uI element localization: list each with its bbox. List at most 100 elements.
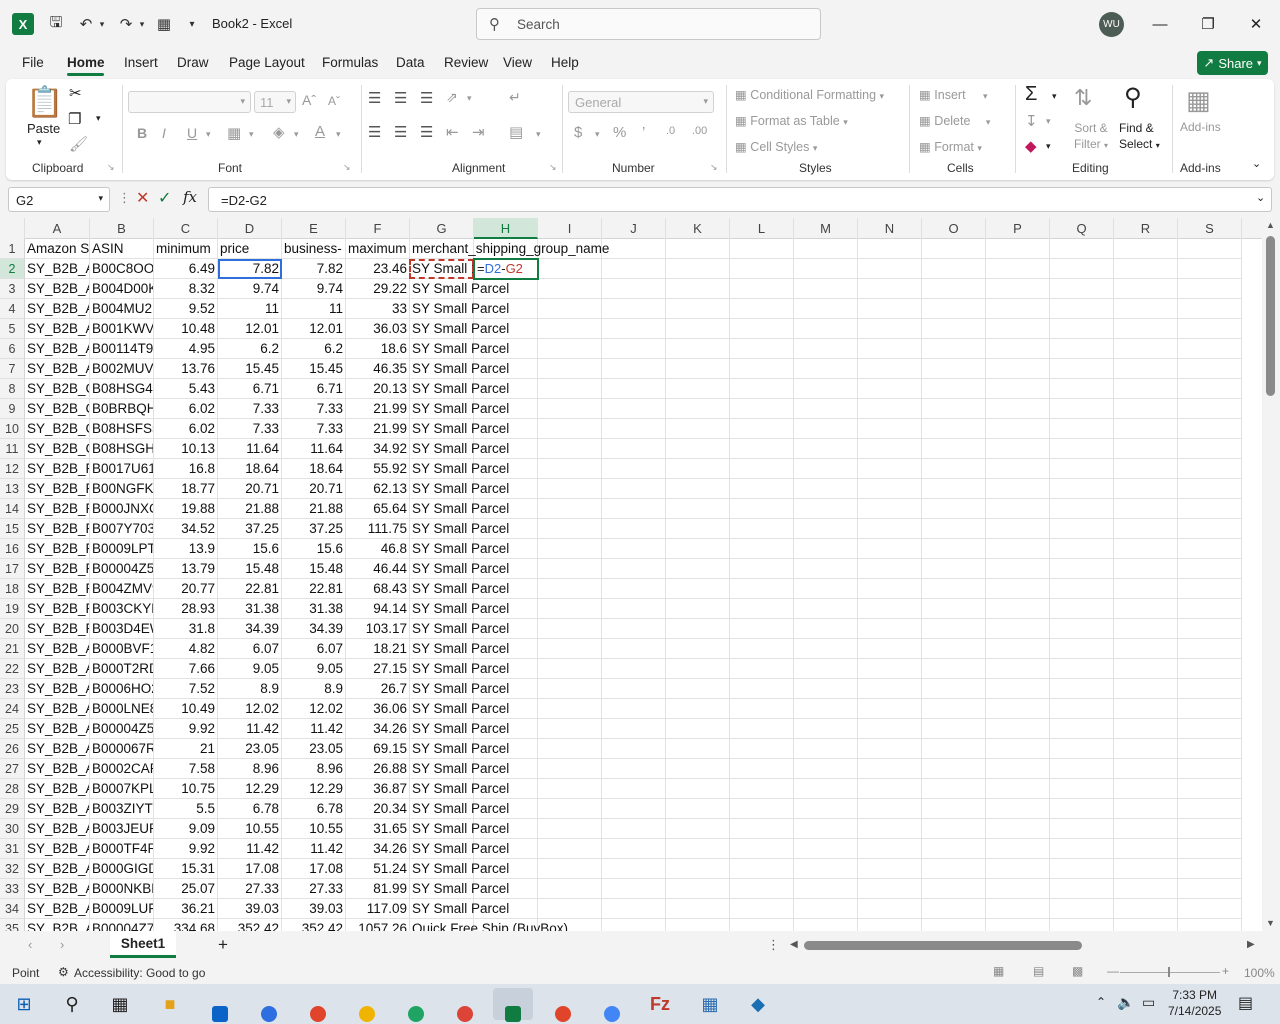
cell-k26[interactable] bbox=[666, 739, 730, 759]
cell-c30[interactable]: 9.09 bbox=[154, 819, 218, 839]
cell-o34[interactable] bbox=[922, 899, 986, 919]
cell-e29[interactable]: 6.78 bbox=[282, 799, 346, 819]
cell-l1[interactable] bbox=[730, 239, 794, 259]
cell-n7[interactable] bbox=[858, 359, 922, 379]
cell-f18[interactable]: 68.43 bbox=[346, 579, 410, 599]
tab-formulas[interactable]: Formulas bbox=[322, 55, 378, 70]
cell-d17[interactable]: 15.48 bbox=[218, 559, 282, 579]
cell-j26[interactable] bbox=[602, 739, 666, 759]
cell-m26[interactable] bbox=[794, 739, 858, 759]
cell-b34[interactable]: B0009LUF bbox=[90, 899, 154, 919]
cell-n34[interactable] bbox=[858, 899, 922, 919]
cell-j6[interactable] bbox=[602, 339, 666, 359]
delete-cells-button[interactable]: ▦ Delete ▾ bbox=[919, 113, 990, 128]
cell-b8[interactable]: B08HSG4J bbox=[90, 379, 154, 399]
cell-s23[interactable] bbox=[1178, 679, 1242, 699]
cell-g29[interactable]: SY Small Parcel bbox=[410, 799, 509, 819]
cell-s12[interactable] bbox=[1178, 459, 1242, 479]
cell-b10[interactable]: B08HSFS5 bbox=[90, 419, 154, 439]
next-sheet-icon[interactable]: › bbox=[60, 937, 64, 952]
cell-r32[interactable] bbox=[1114, 859, 1178, 879]
cell-q34[interactable] bbox=[1050, 899, 1114, 919]
cell-b22[interactable]: B000T2RD bbox=[90, 659, 154, 679]
cell-p4[interactable] bbox=[986, 299, 1050, 319]
expand-formula-bar-icon[interactable]: ⌄ bbox=[1256, 191, 1265, 204]
cell-r18[interactable] bbox=[1114, 579, 1178, 599]
cell-m18[interactable] bbox=[794, 579, 858, 599]
cell-s30[interactable] bbox=[1178, 819, 1242, 839]
excel-taskbar-icon[interactable] bbox=[493, 988, 533, 1022]
cell-o16[interactable] bbox=[922, 539, 986, 559]
cell-q8[interactable] bbox=[1050, 379, 1114, 399]
cell-m13[interactable] bbox=[794, 479, 858, 499]
find-icon[interactable]: ⚲ bbox=[1124, 83, 1142, 112]
cell-n32[interactable] bbox=[858, 859, 922, 879]
cell-m22[interactable] bbox=[794, 659, 858, 679]
add-ins-icon[interactable]: ▦ bbox=[1186, 85, 1211, 116]
row-header[interactable]: 29 bbox=[0, 799, 25, 819]
cell-s26[interactable] bbox=[1178, 739, 1242, 759]
cell-c1[interactable]: minimum bbox=[154, 239, 218, 259]
cut-icon[interactable]: ✂ bbox=[69, 84, 82, 102]
row-header[interactable]: 6 bbox=[0, 339, 25, 359]
cell-b25[interactable]: B00004Z5T bbox=[90, 719, 154, 739]
cell-q12[interactable] bbox=[1050, 459, 1114, 479]
sort-filter-button[interactable]: Sort & Filter ▾ bbox=[1074, 120, 1108, 154]
cell-o19[interactable] bbox=[922, 599, 986, 619]
app-icon[interactable]: ◆ bbox=[738, 988, 778, 1020]
collapse-ribbon-icon[interactable]: ⌄ bbox=[1252, 157, 1261, 170]
cell-p22[interactable] bbox=[986, 659, 1050, 679]
cell-p13[interactable] bbox=[986, 479, 1050, 499]
cell-j9[interactable] bbox=[602, 399, 666, 419]
zoom-app-icon[interactable] bbox=[249, 988, 289, 1022]
cell-o25[interactable] bbox=[922, 719, 986, 739]
cell-g4[interactable]: SY Small Parcel bbox=[410, 299, 509, 319]
cell-p7[interactable] bbox=[986, 359, 1050, 379]
cell-d24[interactable]: 12.02 bbox=[218, 699, 282, 719]
cell-g34[interactable]: SY Small Parcel bbox=[410, 899, 509, 919]
cell-r17[interactable] bbox=[1114, 559, 1178, 579]
cell-l24[interactable] bbox=[730, 699, 794, 719]
cell-a28[interactable]: SY_B2B_A bbox=[25, 779, 90, 799]
column-header-a[interactable]: A bbox=[25, 218, 90, 239]
row-header[interactable]: 35 bbox=[0, 919, 25, 931]
cell-k17[interactable] bbox=[666, 559, 730, 579]
search-icon[interactable]: ⚲ bbox=[52, 988, 92, 1020]
cell-f30[interactable]: 31.65 bbox=[346, 819, 410, 839]
outlook-icon[interactable] bbox=[200, 988, 240, 1022]
cell-d5[interactable]: 12.01 bbox=[218, 319, 282, 339]
cell-q26[interactable] bbox=[1050, 739, 1114, 759]
cell-i7[interactable] bbox=[538, 359, 602, 379]
cell-p12[interactable] bbox=[986, 459, 1050, 479]
cell-n23[interactable] bbox=[858, 679, 922, 699]
cell-k21[interactable] bbox=[666, 639, 730, 659]
cell-k3[interactable] bbox=[666, 279, 730, 299]
cell-j24[interactable] bbox=[602, 699, 666, 719]
fill-dropdown-icon[interactable]: ▾ bbox=[1046, 116, 1051, 127]
cell-r5[interactable] bbox=[1114, 319, 1178, 339]
cell-q3[interactable] bbox=[1050, 279, 1114, 299]
zoom-out-icon[interactable]: — bbox=[1107, 964, 1119, 978]
cell-f16[interactable]: 46.8 bbox=[346, 539, 410, 559]
cell-o4[interactable] bbox=[922, 299, 986, 319]
cell-d1[interactable]: price bbox=[218, 239, 282, 259]
cell-s11[interactable] bbox=[1178, 439, 1242, 459]
cell-l13[interactable] bbox=[730, 479, 794, 499]
cell-j2[interactable] bbox=[602, 259, 666, 279]
cell-q21[interactable] bbox=[1050, 639, 1114, 659]
cell-g12[interactable]: SY Small Parcel bbox=[410, 459, 509, 479]
cell-r7[interactable] bbox=[1114, 359, 1178, 379]
cell-c6[interactable]: 4.95 bbox=[154, 339, 218, 359]
cell-r28[interactable] bbox=[1114, 779, 1178, 799]
cell-r24[interactable] bbox=[1114, 699, 1178, 719]
cell-l8[interactable] bbox=[730, 379, 794, 399]
cell-n33[interactable] bbox=[858, 879, 922, 899]
cell-n29[interactable] bbox=[858, 799, 922, 819]
cell-o3[interactable] bbox=[922, 279, 986, 299]
cell-g22[interactable]: SY Small Parcel bbox=[410, 659, 509, 679]
cell-n22[interactable] bbox=[858, 659, 922, 679]
tab-review[interactable]: Review bbox=[444, 55, 488, 70]
copy-dropdown-icon[interactable]: ▾ bbox=[96, 113, 101, 124]
row-header[interactable]: 8 bbox=[0, 379, 25, 399]
cell-s2[interactable] bbox=[1178, 259, 1242, 279]
